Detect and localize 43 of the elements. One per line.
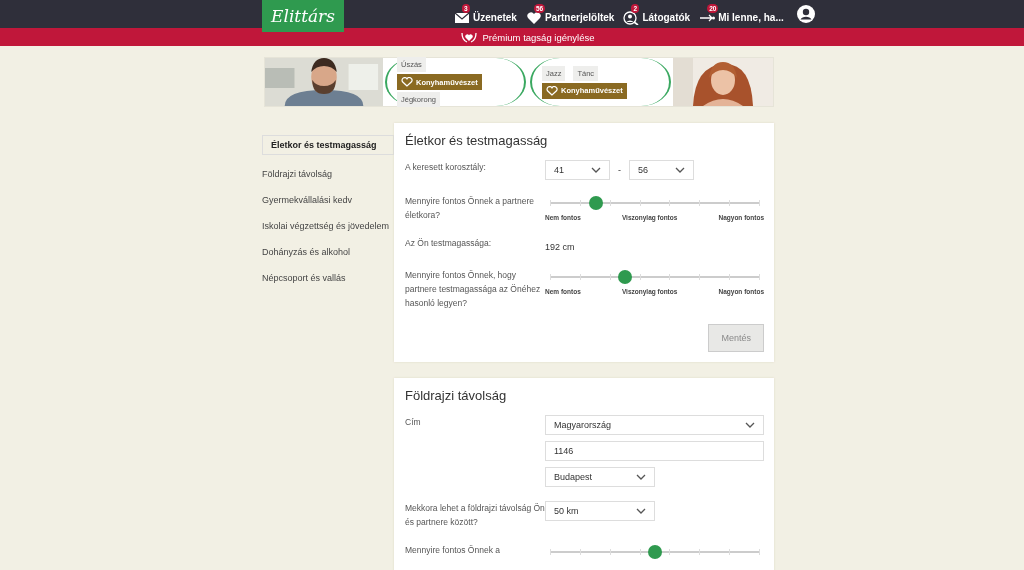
chevron-down-icon (591, 167, 601, 173)
laurel-heart-icon (459, 31, 478, 43)
slider-thumb[interactable] (647, 545, 662, 559)
chevron-down-icon (745, 422, 755, 428)
chevron-down-icon (675, 167, 685, 173)
slider-track[interactable] (550, 196, 759, 210)
select-field[interactable]: 50 km (545, 501, 655, 521)
premium-link[interactable]: Prémium tagság igénylése (459, 28, 595, 46)
slider-thumb[interactable] (588, 196, 603, 210)
sidebar-item[interactable]: Népcsoport és vallás (262, 271, 394, 285)
sidebar-item[interactable]: Gyermekvállalási kedv (262, 193, 394, 207)
slider-track[interactable] (550, 270, 759, 284)
field-label: Cím (405, 416, 422, 429)
input-field[interactable]: 1146 (545, 441, 764, 461)
field-label: Mennyire fontos Önnek a partnere életkora? (405, 195, 535, 222)
field-label: Az Ön testmagassága: (405, 237, 492, 250)
select-field[interactable]: 41 (545, 160, 610, 180)
slider-thumb[interactable] (618, 270, 633, 284)
field-label: Mennyire fontos Önnek, hogy partnere testmagassága az Önéhez hasonló legyen? (405, 269, 542, 310)
envelope-icon (454, 10, 470, 25)
heart-icon (546, 85, 558, 96)
field-label: Mennyire fontos Önnek a (405, 544, 501, 557)
person-search-icon (623, 10, 640, 25)
logo[interactable]: Elittárs (262, 0, 344, 32)
section-title: Életkor és testmagasság (405, 133, 549, 148)
select-field[interactable]: 56 (629, 160, 694, 180)
sidebar-item[interactable]: Dohányzás és alkohol (262, 245, 394, 259)
slider-track[interactable] (550, 545, 759, 559)
sidebar-item[interactable]: Földrajzi távolság (262, 167, 394, 181)
section-title: Földrajzi távolság (405, 388, 508, 403)
user-avatar-icon[interactable] (796, 5, 815, 23)
height-value: 192 cm (545, 242, 575, 252)
chevron-down-icon (636, 508, 646, 514)
sidebar-item[interactable]: Iskolai végzettség és jövedelem (262, 219, 394, 233)
select-field[interactable]: Magyarország (545, 415, 764, 435)
heart-icon (401, 77, 413, 87)
range-separator: - (618, 165, 621, 175)
select-field[interactable]: Budapest (545, 467, 655, 487)
sidebar-item[interactable]: Életkor és testmagasság (262, 135, 394, 155)
field-label: Mekkora lehet a földrajzi távolság Ön és partnere között? (405, 502, 545, 529)
chevron-down-icon (636, 474, 646, 480)
heart-icon (525, 10, 542, 25)
field-label: A keresett korosztály: (405, 161, 487, 174)
